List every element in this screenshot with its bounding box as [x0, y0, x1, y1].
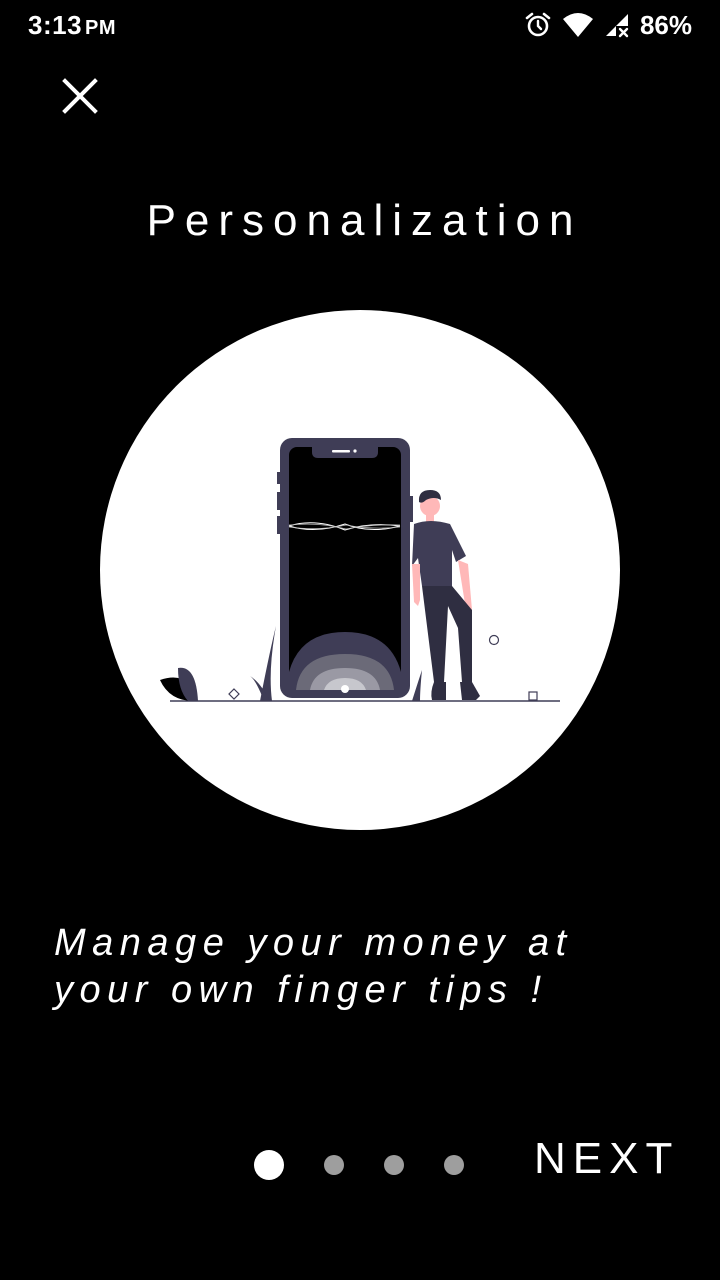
close-button[interactable] [56, 72, 104, 120]
onboarding-tagline: Manage your money at your own finger tip… [54, 920, 674, 1014]
status-bar: 3:13 PM 86% [0, 0, 720, 50]
tagline-line-2: your own finger tips ! [54, 969, 548, 1011]
page-dot-2[interactable] [324, 1155, 344, 1175]
page-dot-1[interactable] [254, 1150, 284, 1180]
onboarding-illustration [100, 310, 620, 830]
status-icons: 86% [524, 10, 692, 40]
page-title: Personalization [146, 196, 583, 245]
status-time-value: 3:13 [28, 10, 83, 40]
page-dot-3[interactable] [384, 1155, 404, 1175]
wifi-icon [562, 12, 594, 38]
onboarding-screen: 3:13 PM 86% Personalization Manage your … [0, 0, 720, 1280]
close-icon [62, 78, 98, 114]
alarm-icon [524, 11, 552, 39]
next-button[interactable]: NEXT [534, 1134, 679, 1186]
status-ampm: PM [85, 17, 117, 39]
page-dot-4[interactable] [444, 1155, 464, 1175]
status-time: 3:13 PM [28, 10, 116, 41]
signal-icon [604, 12, 630, 38]
page-indicator [254, 1148, 504, 1182]
tagline-line-1: Manage your money at [54, 922, 573, 964]
person-leaning-on-phone-illustration [160, 438, 560, 702]
battery-percent: 86% [639, 9, 692, 40]
